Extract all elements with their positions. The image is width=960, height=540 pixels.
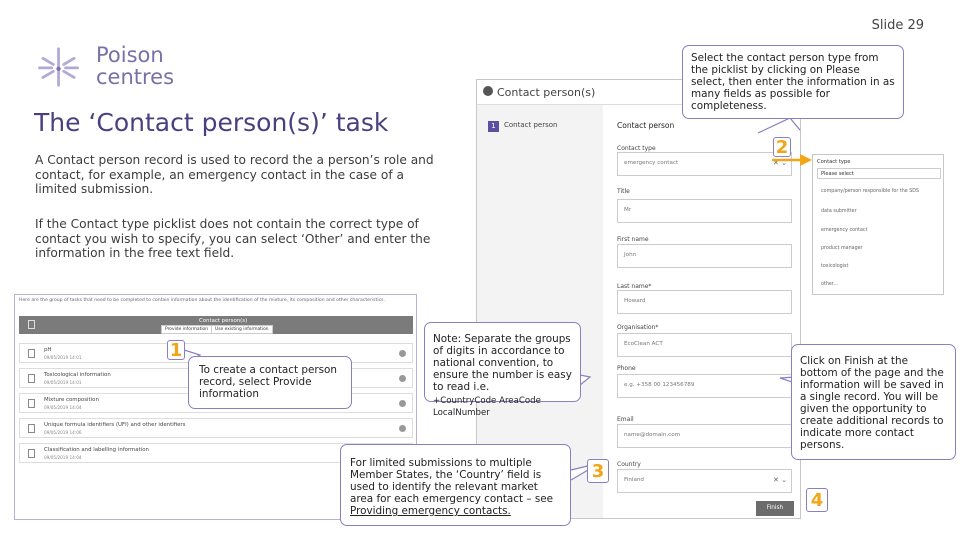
picklist-callout: Select the contact person type from the …	[682, 45, 904, 119]
phone-note-text: Note: Separate the groups of digits in a…	[433, 333, 572, 393]
providing-emergency-contacts-link[interactable]: Providing emergency contacts.	[350, 505, 511, 517]
step-number-2: 2	[773, 137, 791, 158]
provide-info-callout: To create a contact person record, selec…	[188, 356, 352, 409]
step-number-1: 1	[167, 340, 185, 361]
step-number-3: 3	[587, 459, 609, 483]
step-number-4: 4	[806, 488, 828, 512]
finish-callout: Click on Finish at the bottom of the pag…	[791, 344, 956, 460]
phone-format-text: +CountryCode AreaCode LocalNumber	[433, 396, 541, 418]
limited-submission-text: For limited submissions to multiple Memb…	[350, 457, 554, 505]
limited-submission-callout: For limited submissions to multiple Memb…	[340, 444, 571, 526]
phone-note-callout: Note: Separate the groups of digits in a…	[424, 322, 581, 418]
